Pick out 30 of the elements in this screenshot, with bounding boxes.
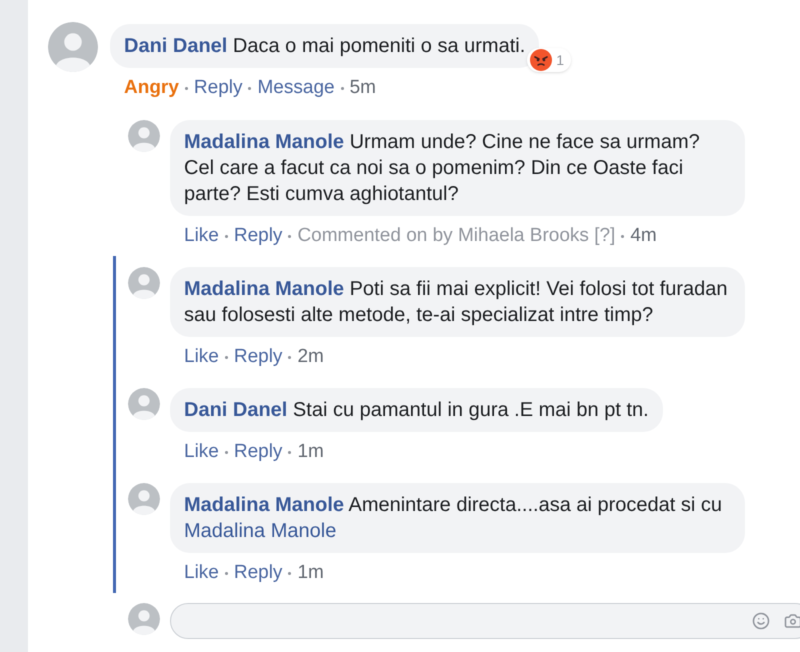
action-link[interactable]: Reply [234, 562, 282, 584]
action-link[interactable]: Reply [234, 225, 282, 247]
reaction-count: 1 [556, 50, 566, 70]
action-link[interactable]: Like [184, 441, 219, 463]
timestamp[interactable]: 5m [350, 77, 376, 99]
comment-note: Commented on by Mihaela Brooks [?] [297, 225, 616, 247]
action-link[interactable]: Reply [194, 77, 242, 99]
author-name[interactable]: Dani Danel [124, 35, 228, 57]
comment-text: Dani Danel Stai cu pamantul in gura .E mai bn pt tn. [184, 398, 649, 423]
action-link[interactable]: Message [257, 77, 335, 99]
timestamp[interactable]: 4m [630, 225, 657, 247]
comment-text: Madalina Manole Amenintare directa....asa ai procedat si cu Madalina Manole [184, 493, 724, 544]
timestamp[interactable]: 1m [297, 441, 324, 463]
author-name[interactable]: Madalina Manole [184, 131, 344, 153]
author-name[interactable]: Madalina Manole [184, 494, 344, 516]
comment-text: Madalina Manole Urmam unde? Cine ne face sa urmam? Cel care a facut ca noi sa o pomenim? Din ce Oaste faci parte? Esti cumva aghiotantul? [184, 130, 701, 207]
action-link[interactable]: Reply [234, 346, 282, 368]
reaction-badge[interactable]: 1 [527, 48, 572, 72]
timestamp[interactable]: 2m [297, 346, 324, 368]
action-link[interactable]: Like [184, 225, 219, 247]
author-name[interactable]: Madalina Manole [184, 278, 344, 300]
action-link[interactable]: Angry [124, 77, 179, 99]
comment-text: Dani Danel Daca o mai pomeniti o sa urmati. [124, 34, 526, 59]
action-link[interactable]: Reply [234, 441, 282, 463]
timestamp[interactable]: 1m [297, 562, 324, 584]
author-name[interactable]: Dani Danel [184, 399, 288, 421]
comment-text: Madalina Manole Poti sa fii mai explicit! Vei folosi tot furadan sau folosesti alte metode, te-ai specializat intre timp? [184, 277, 729, 328]
mention-link[interactable]: Madalina Manole [184, 520, 336, 542]
action-link[interactable]: Like [184, 346, 219, 368]
action-link[interactable]: Like [184, 562, 219, 584]
